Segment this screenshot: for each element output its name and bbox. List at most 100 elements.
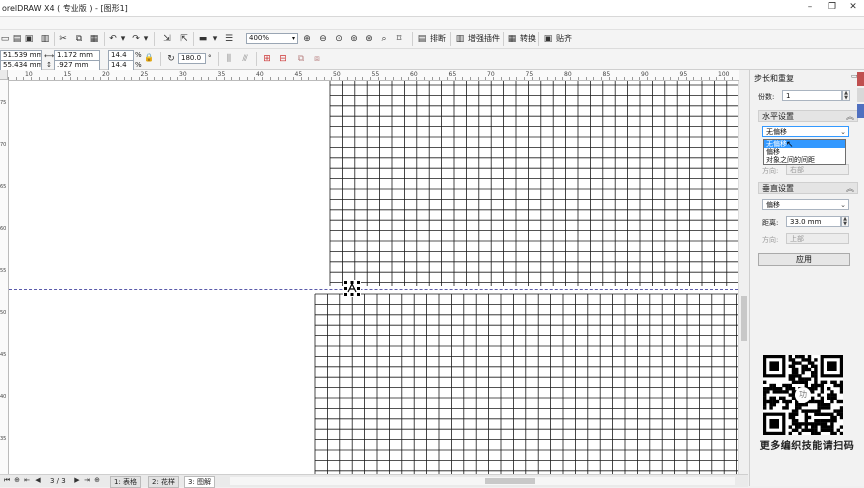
horizontal-ruler[interactable]: 1015202530354045505560657075808590951001… xyxy=(8,70,739,81)
copy-icon[interactable]: ⧉ xyxy=(74,32,84,46)
zoom-all-icon[interactable]: ⊚ xyxy=(349,32,359,46)
add-page-after-icon[interactable]: ⊕ xyxy=(92,473,102,487)
ruler-tick xyxy=(446,77,448,80)
qr-module xyxy=(791,377,796,381)
docker-tab[interactable] xyxy=(857,88,864,102)
arrange-icon[interactable]: ▤ xyxy=(417,32,427,46)
qr-module xyxy=(788,425,792,429)
qr-module xyxy=(827,393,831,397)
dropdown-option-spacing[interactable]: 对象之间的间距 xyxy=(764,156,845,164)
print-icon[interactable]: ▥ xyxy=(40,32,50,46)
last-page-icon[interactable]: ⇥ xyxy=(82,473,92,487)
combine-icon[interactable]: ⧉ xyxy=(296,52,306,66)
dropdown-option-offset[interactable]: 偏移 xyxy=(764,148,845,156)
qr-module xyxy=(788,358,792,362)
cut-icon[interactable]: ✂ xyxy=(58,32,68,46)
horizontal-settings-header[interactable]: 水平设置 ︽ xyxy=(758,110,858,122)
zoom-level-select[interactable]: 400% ▾ xyxy=(246,33,298,44)
application-launcher-icon[interactable]: ▬ xyxy=(198,32,208,46)
open-folder-icon[interactable]: ▤ xyxy=(12,32,22,46)
save-icon[interactable]: ▣ xyxy=(24,32,34,46)
break-apart-icon[interactable]: ⧈ xyxy=(312,52,322,66)
vertical-settings-header[interactable]: 垂直设置 ︽ xyxy=(758,182,858,194)
drawing-canvas[interactable] xyxy=(9,81,738,474)
pan-icon[interactable]: ⌑ xyxy=(394,32,404,46)
vertical-ruler[interactable]: 75 70 65 60 55 50 45 40 35 xyxy=(0,80,9,474)
qr-module xyxy=(804,422,808,426)
first-page-icon[interactable]: ⏮ xyxy=(2,473,12,487)
page-tab-1[interactable]: 1: 表格 xyxy=(110,476,142,488)
qr-module xyxy=(820,390,824,394)
zoom-in-icon[interactable]: ⊕ xyxy=(302,32,312,46)
docker-tab[interactable] xyxy=(857,72,864,86)
qr-module xyxy=(839,399,844,404)
zoom-width-icon[interactable]: ⌕ xyxy=(379,32,389,46)
convert-button[interactable]: 转换 xyxy=(520,33,536,45)
selected-object[interactable] xyxy=(343,280,361,297)
horizontal-direction-select[interactable]: 右部 xyxy=(786,164,849,175)
undo-icon[interactable]: ↶ xyxy=(108,32,118,46)
qr-module xyxy=(839,431,844,436)
convert-icon[interactable]: ▦ xyxy=(507,32,517,46)
launcher-dropdown-icon[interactable]: ▾ xyxy=(210,32,220,46)
vertical-mode-select[interactable]: 偏移 ⌄ xyxy=(762,199,849,210)
vertical-scroll-thumb[interactable] xyxy=(741,296,747,341)
snap-icon[interactable]: ▣ xyxy=(543,32,553,46)
undo-dropdown-icon[interactable]: ▾ xyxy=(118,32,128,46)
welcome-screen-icon[interactable]: ☰ xyxy=(224,32,234,46)
redo-dropdown-icon[interactable]: ▾ xyxy=(141,32,151,46)
import-icon[interactable]: ⇲ xyxy=(162,32,172,46)
vertical-distance-input[interactable]: 33.0 mm xyxy=(786,216,841,227)
plugin-button[interactable]: 增强插件 xyxy=(468,33,500,45)
minimize-button[interactable]: – xyxy=(800,1,820,14)
new-file-icon[interactable]: ▭ xyxy=(0,32,10,46)
ungroup-icon[interactable]: ⊟ xyxy=(278,52,288,66)
mirror-vertical-icon[interactable]: ⫻ xyxy=(240,52,250,66)
zoom-selected-icon[interactable]: ⊙ xyxy=(334,32,344,46)
vertical-scrollbar[interactable] xyxy=(738,81,749,474)
maximize-button[interactable]: ❐ xyxy=(822,1,842,14)
horizontal-guideline[interactable] xyxy=(9,289,738,290)
page-tab-2[interactable]: 2: 花样 xyxy=(148,476,180,488)
plugin-icon[interactable]: ▥ xyxy=(455,32,465,46)
mirror-horizontal-icon[interactable]: ⫼ xyxy=(224,52,234,66)
copies-input[interactable]: 1 xyxy=(782,90,842,101)
horizontal-scroll-thumb[interactable] xyxy=(485,478,535,484)
paste-icon[interactable]: ▦ xyxy=(89,32,99,46)
qr-module xyxy=(782,383,786,388)
prev-page-icon[interactable]: ◀ xyxy=(33,473,43,487)
snap-button[interactable]: 贴齐 xyxy=(556,33,572,45)
export-icon[interactable]: ⇱ xyxy=(179,32,189,46)
ruler-tick xyxy=(69,77,71,80)
qr-module xyxy=(830,419,834,423)
close-button[interactable]: ✕ xyxy=(843,1,863,14)
lock-ratio-icon[interactable]: 🔒 xyxy=(144,51,154,65)
qr-module xyxy=(769,387,773,391)
qr-module xyxy=(801,367,805,372)
rotation-field[interactable]: 180.0 xyxy=(178,53,206,64)
redo-icon[interactable]: ↷ xyxy=(131,32,141,46)
qr-module xyxy=(804,409,808,413)
ruler-origin[interactable] xyxy=(0,70,8,80)
distance-stepper[interactable]: ▲ ▼ xyxy=(841,216,849,227)
add-page-icon[interactable]: ⊕ xyxy=(12,473,22,487)
arrange-button[interactable]: 排断 xyxy=(430,33,446,45)
page-tab-3[interactable]: 3: 图解 xyxy=(184,476,216,488)
copies-stepper[interactable]: ▲ ▼ xyxy=(842,90,850,101)
group-icon[interactable]: ⊞ xyxy=(262,52,272,66)
ruler-tick-label: 65 xyxy=(0,184,7,190)
apply-button[interactable]: 应用 xyxy=(758,253,850,266)
dropdown-option-no-offset[interactable]: 无偏移 xyxy=(764,140,845,148)
vertical-direction-select[interactable]: 上部 xyxy=(786,233,849,244)
horizontal-mode-select[interactable]: 无偏移 ⌄ xyxy=(762,126,849,137)
horizontal-scrollbar[interactable] xyxy=(230,477,735,485)
ruler-tick xyxy=(331,77,333,80)
docker-tab[interactable] xyxy=(857,104,864,118)
qr-module xyxy=(820,380,824,384)
collapse-icon: ︽ xyxy=(846,184,854,193)
zoom-out-icon[interactable]: ⊖ xyxy=(318,32,328,46)
first-page-arrow-icon[interactable]: ⇤ xyxy=(22,473,32,487)
qr-module xyxy=(836,412,840,416)
next-page-icon[interactable]: ▶ xyxy=(72,473,82,487)
zoom-page-icon[interactable]: ⊛ xyxy=(364,32,374,46)
